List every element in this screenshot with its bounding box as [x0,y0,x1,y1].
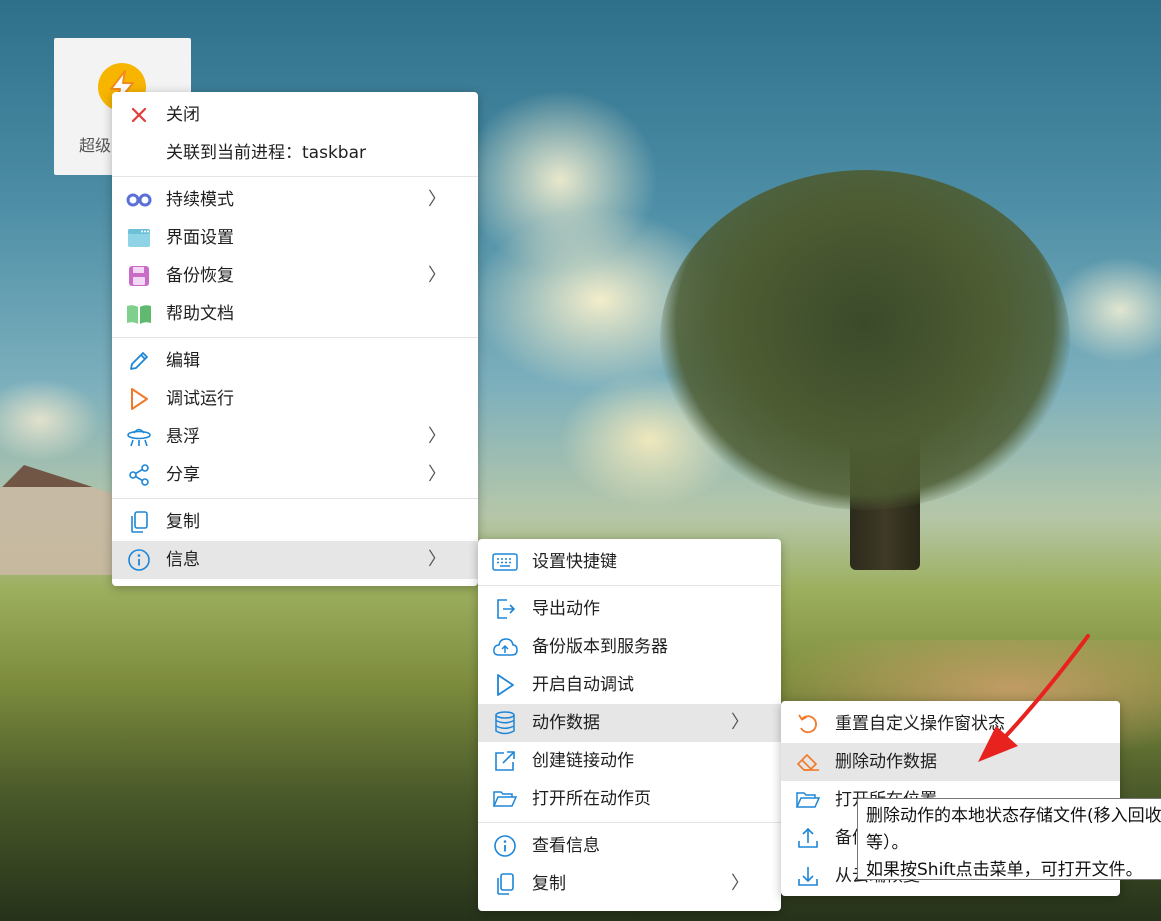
info-submenu: 设置快捷键 导出动作 备份版本到服务器 开启自动调试 动作数据 〉 创建链接动作… [478,539,781,911]
menu-separator [478,822,781,823]
copy-icon [492,872,518,896]
eraser-icon [795,750,821,774]
annotation-arrow-icon [978,634,1090,762]
tooltip-line: 如果按Shift点击菜单，可打开文件。 [866,860,1143,880]
menu-item-label: 持续模式 [166,190,234,210]
menu-item-backup-to-server[interactable]: 备份版本到服务器 [478,628,781,666]
menu-item-continuous-mode[interactable]: 持续模式 〉 [112,181,478,219]
close-icon [126,103,152,127]
chevron-right-icon: 〉 [731,873,749,894]
menu-item-label: 调试运行 [166,389,234,409]
menu-item-label: 设置快捷键 [532,552,617,572]
play-icon [126,387,152,411]
menu-item-label: 关闭 [166,105,200,125]
menu-item-close[interactable]: 关闭 [112,96,478,134]
menu-item-label: 查看信息 [532,836,600,856]
menu-item-label: 信息 [166,550,200,570]
floppy-disk-icon [126,264,152,288]
menu-item-label: 备份恢复 [166,266,234,286]
menu-item-label: 创建链接动作 [532,751,634,771]
menu-item-open-action-page[interactable]: 打开所在动作页 [478,780,781,818]
book-icon [126,302,152,326]
main-context-menu: 关闭 关联到当前进程：taskbar 持续模式 〉 界面设置 备份恢复 〉 帮助… [112,92,478,586]
info-icon [126,548,152,572]
menu-item-label: 悬浮 [166,427,200,447]
menu-item-debug-run[interactable]: 调试运行 [112,380,478,418]
menu-item-label: 关联到当前进程：taskbar [166,143,366,163]
chevron-right-icon: 〉 [428,426,446,447]
folder-open-icon [492,787,518,811]
menu-item-label: 打开所在动作页 [532,789,651,809]
menu-item-create-link-action[interactable]: 创建链接动作 [478,742,781,780]
upload-tray-icon [795,826,821,850]
menu-separator [112,337,478,338]
cloud-upload-icon [492,635,518,659]
menu-separator [112,176,478,177]
menu-item-attach-process[interactable]: 关联到当前进程：taskbar [112,134,478,172]
infinity-icon [126,188,152,212]
menu-item-set-hotkey[interactable]: 设置快捷键 [478,543,781,581]
menu-item-info[interactable]: 信息 〉 [112,541,478,579]
keyboard-icon [492,550,518,574]
menu-item-label: 分享 [166,465,200,485]
menu-item-label: 编辑 [166,351,200,371]
menu-item-help-docs[interactable]: 帮助文档 [112,295,478,333]
menu-item-share[interactable]: 分享 〉 [112,456,478,494]
delete-data-tooltip: 删除动作的本地状态存储文件(移入回收站 等）。 如果按Shift点击菜单，可打开… [857,798,1161,880]
tooltip-line: 等）。 [866,833,909,853]
tooltip-line: 删除动作的本地状态存储文件(移入回收站 [866,806,1161,826]
pencil-icon [126,349,152,373]
menu-item-backup-restore[interactable]: 备份恢复 〉 [112,257,478,295]
menu-item-edit[interactable]: 编辑 [112,342,478,380]
menu-item-copy-submenu[interactable]: 复制 〉 [478,865,781,903]
menu-item-export-action[interactable]: 导出动作 [478,590,781,628]
menu-item-auto-debug[interactable]: 开启自动调试 [478,666,781,704]
export-icon [492,597,518,621]
menu-item-label: 删除动作数据 [835,752,937,772]
menu-item-label: 导出动作 [532,599,600,619]
menu-separator [478,585,781,586]
download-tray-icon [795,864,821,888]
database-icon [492,711,518,735]
menu-item-view-info[interactable]: 查看信息 [478,827,781,865]
folder-open-icon [795,788,821,812]
chevron-right-icon: 〉 [428,549,446,570]
menu-item-label: 开启自动调试 [532,675,634,695]
chevron-right-icon: 〉 [428,189,446,210]
copy-icon [126,510,152,534]
play-icon [492,673,518,697]
window-icon [126,226,152,250]
tree-scenery [660,170,1070,510]
info-icon [492,834,518,858]
chevron-right-icon: 〉 [428,265,446,286]
menu-item-action-data[interactable]: 动作数据 〉 [478,704,781,742]
chevron-right-icon: 〉 [428,464,446,485]
menu-item-label: 界面设置 [166,228,234,248]
menu-item-ui-settings[interactable]: 界面设置 [112,219,478,257]
share-icon [126,463,152,487]
undo-icon [795,712,821,736]
menu-item-label: 备份版本到服务器 [532,637,668,657]
menu-item-label: 动作数据 [532,713,600,733]
menu-item-copy[interactable]: 复制 [112,503,478,541]
chevron-right-icon: 〉 [731,712,749,733]
menu-item-label: 复制 [532,874,566,894]
menu-separator [112,498,478,499]
menu-item-label: 复制 [166,512,200,532]
menu-item-label: 帮助文档 [166,304,234,324]
external-link-icon [492,749,518,773]
ufo-icon [126,425,152,449]
menu-item-float[interactable]: 悬浮 〉 [112,418,478,456]
